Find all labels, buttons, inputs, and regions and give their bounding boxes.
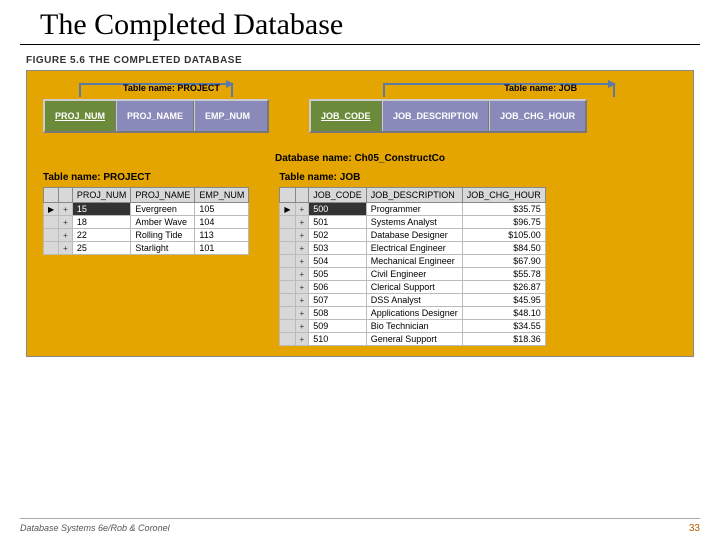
schema-column: JOB_CODE bbox=[311, 101, 383, 131]
cell: Programmer bbox=[366, 203, 462, 216]
column-header: PROJ_NAME bbox=[131, 188, 195, 203]
cell: 101 bbox=[195, 242, 249, 255]
cell: 505 bbox=[309, 268, 367, 281]
table-row: +504Mechanical Engineer$67.90 bbox=[280, 255, 545, 268]
schema-column: PROJ_NUM bbox=[45, 101, 117, 131]
column-header: PROJ_NUM bbox=[72, 188, 131, 203]
cell: $105.00 bbox=[462, 229, 545, 242]
schema-row: Table name: PROJECT PROJ_NUMPROJ_NAMEEMP… bbox=[35, 81, 685, 139]
job-data-caption: Table name: JOB bbox=[279, 172, 677, 187]
database-name: Database name: Ch05_ConstructCo bbox=[35, 139, 685, 172]
job-grid: JOB_CODEJOB_DESCRIPTIONJOB_CHG_HOUR▶+500… bbox=[279, 187, 545, 346]
cell: 104 bbox=[195, 216, 249, 229]
table-row: +502Database Designer$105.00 bbox=[280, 229, 545, 242]
cell: Starlight bbox=[131, 242, 195, 255]
cell: 508 bbox=[309, 307, 367, 320]
cell: 113 bbox=[195, 229, 249, 242]
column-header: EMP_NUM bbox=[195, 188, 249, 203]
schema-column: PROJ_NAME bbox=[117, 101, 195, 131]
cell: $48.10 bbox=[462, 307, 545, 320]
schema-column: EMP_NUM bbox=[195, 101, 267, 131]
table-row: +22Rolling Tide113 bbox=[44, 229, 249, 242]
cell: Applications Designer bbox=[366, 307, 462, 320]
job-data-block: Table name: JOB JOB_CODEJOB_DESCRIPTIONJ… bbox=[279, 172, 677, 346]
cell: 25 bbox=[72, 242, 131, 255]
cell: 18 bbox=[72, 216, 131, 229]
column-header: JOB_CHG_HOUR bbox=[462, 188, 545, 203]
schema-table-job: Table name: JOB JOB_CODEJOB_DESCRIPTIONJ… bbox=[309, 99, 587, 133]
cell: Clerical Support bbox=[366, 281, 462, 294]
project-data-block: Table name: PROJECT PROJ_NUMPROJ_NAMEEMP… bbox=[43, 172, 249, 255]
footer-credit: Database Systems 6e/Rob & Coronel bbox=[20, 523, 170, 534]
cell: General Support bbox=[366, 333, 462, 346]
table-row: ▶+15Evergreen105 bbox=[44, 203, 249, 216]
figure-label: FIGURE 5.6 THE COMPLETED DATABASE bbox=[0, 45, 720, 70]
cell: $35.75 bbox=[462, 203, 545, 216]
page-number: 33 bbox=[689, 523, 700, 534]
cell: Mechanical Engineer bbox=[366, 255, 462, 268]
cell: DSS Analyst bbox=[366, 294, 462, 307]
table-row: +18Amber Wave104 bbox=[44, 216, 249, 229]
cell: Evergreen bbox=[131, 203, 195, 216]
cell: Amber Wave bbox=[131, 216, 195, 229]
schema-column: JOB_DESCRIPTION bbox=[383, 101, 490, 131]
cell: 502 bbox=[309, 229, 367, 242]
cell: 507 bbox=[309, 294, 367, 307]
cell: $34.55 bbox=[462, 320, 545, 333]
slide-title: The Completed Database bbox=[20, 0, 700, 45]
table-row: +510General Support$18.36 bbox=[280, 333, 545, 346]
cell: Rolling Tide bbox=[131, 229, 195, 242]
project-data-caption: Table name: PROJECT bbox=[43, 172, 249, 187]
cell: $84.50 bbox=[462, 242, 545, 255]
cell: Electrical Engineer bbox=[366, 242, 462, 255]
footer: Database Systems 6e/Rob & Coronel 33 bbox=[20, 518, 700, 534]
project-grid: PROJ_NUMPROJ_NAMEEMP_NUM▶+15Evergreen105… bbox=[43, 187, 249, 255]
cell: 509 bbox=[309, 320, 367, 333]
cell: $55.78 bbox=[462, 268, 545, 281]
table-row: +506Clerical Support$26.87 bbox=[280, 281, 545, 294]
cell: $96.75 bbox=[462, 216, 545, 229]
cell: Bio Technician bbox=[366, 320, 462, 333]
column-header: JOB_DESCRIPTION bbox=[366, 188, 462, 203]
relation-arrow-job bbox=[383, 83, 615, 85]
cell: Systems Analyst bbox=[366, 216, 462, 229]
table-row: +509Bio Technician$34.55 bbox=[280, 320, 545, 333]
schema-table-project: Table name: PROJECT PROJ_NUMPROJ_NAMEEMP… bbox=[43, 99, 269, 133]
schema-caption-job: Table name: JOB bbox=[504, 83, 577, 93]
cell: $45.95 bbox=[462, 294, 545, 307]
cell: 504 bbox=[309, 255, 367, 268]
table-row: +501Systems Analyst$96.75 bbox=[280, 216, 545, 229]
table-row: +505Civil Engineer$55.78 bbox=[280, 268, 545, 281]
cell: 510 bbox=[309, 333, 367, 346]
cell: 15 bbox=[72, 203, 131, 216]
cell: Database Designer bbox=[366, 229, 462, 242]
table-row: +25Starlight101 bbox=[44, 242, 249, 255]
cell: 501 bbox=[309, 216, 367, 229]
cell: $67.90 bbox=[462, 255, 545, 268]
cell: $18.36 bbox=[462, 333, 545, 346]
table-row: +503Electrical Engineer$84.50 bbox=[280, 242, 545, 255]
table-row: +507DSS Analyst$45.95 bbox=[280, 294, 545, 307]
cell: Civil Engineer bbox=[366, 268, 462, 281]
cell: 500 bbox=[309, 203, 367, 216]
cell: 503 bbox=[309, 242, 367, 255]
cell: $26.87 bbox=[462, 281, 545, 294]
figure-box: Table name: PROJECT PROJ_NUMPROJ_NAMEEMP… bbox=[26, 70, 694, 357]
cell: 105 bbox=[195, 203, 249, 216]
cell: 506 bbox=[309, 281, 367, 294]
schema-column: JOB_CHG_HOUR bbox=[490, 101, 585, 131]
column-header: JOB_CODE bbox=[309, 188, 367, 203]
schema-caption-project: Table name: PROJECT bbox=[123, 83, 220, 93]
data-row: Table name: PROJECT PROJ_NUMPROJ_NAMEEMP… bbox=[35, 172, 685, 346]
table-row: +508Applications Designer$48.10 bbox=[280, 307, 545, 320]
cell: 22 bbox=[72, 229, 131, 242]
table-row: ▶+500Programmer$35.75 bbox=[280, 203, 545, 216]
